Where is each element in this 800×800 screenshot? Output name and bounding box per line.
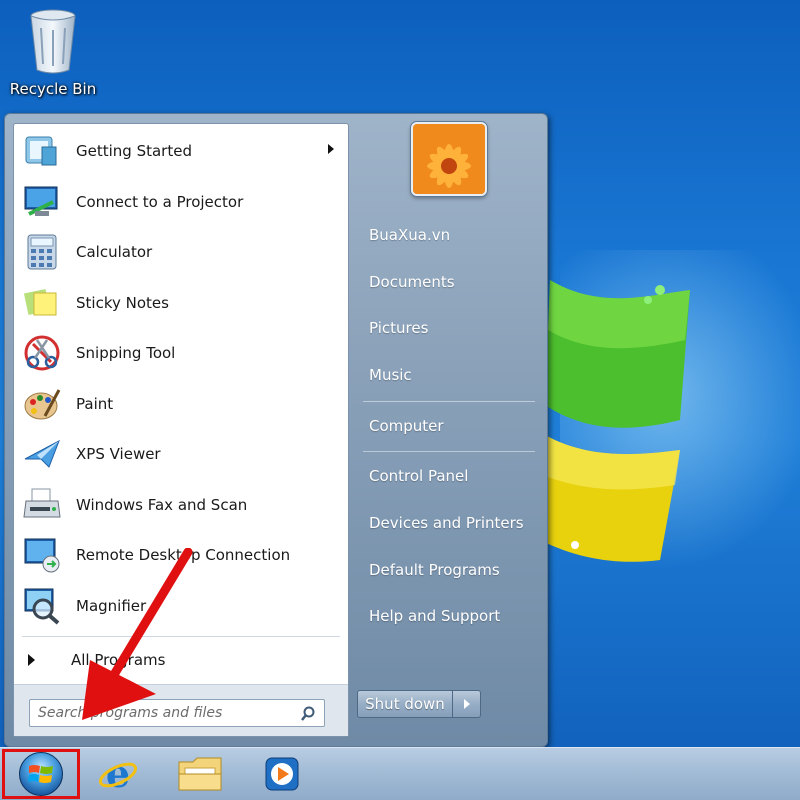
all-programs-label: All Programs (71, 651, 166, 669)
user-avatar[interactable] (411, 122, 487, 196)
program-calculator[interactable]: Calculator (14, 228, 348, 276)
program-paint[interactable]: Paint (14, 380, 348, 428)
program-label: XPS Viewer (76, 445, 161, 463)
submenu-arrow-icon[interactable] (328, 144, 334, 154)
programs-separator (22, 636, 340, 637)
calculator-icon (20, 232, 64, 272)
magnifier-icon (20, 586, 64, 626)
projector-icon (20, 182, 64, 222)
program-label: Magnifier (76, 597, 147, 615)
shutdown-button[interactable]: Shut down (357, 690, 453, 718)
start-button[interactable] (2, 749, 80, 799)
svg-text:e: e (106, 753, 130, 795)
recycle-bin-icon (30, 9, 76, 74)
program-windows-fax-scan[interactable]: Windows Fax and Scan (14, 481, 348, 529)
program-label: Snipping Tool (76, 344, 176, 362)
snipping-tool-icon (20, 333, 64, 373)
program-label: Windows Fax and Scan (76, 496, 248, 514)
windows-explorer-icon (178, 757, 222, 791)
all-programs-item[interactable]: All Programs (14, 643, 348, 677)
search-area (14, 684, 348, 736)
search-box[interactable] (29, 699, 325, 727)
windows-media-player-icon (265, 757, 299, 791)
program-label: Calculator (76, 243, 153, 261)
search-icon[interactable] (300, 706, 316, 722)
chevron-right-icon (463, 699, 470, 709)
right-item-documents[interactable]: Documents (369, 273, 455, 291)
program-connect-projector[interactable]: Connect to a Projector (14, 178, 348, 226)
program-label: Remote Desktop Connection (76, 546, 291, 564)
right-separator (363, 451, 535, 452)
paint-palette-icon (20, 384, 64, 424)
recycle-bin-label: Recycle Bin (9, 80, 97, 98)
right-item-music[interactable]: Music (369, 366, 412, 384)
program-label: Paint (76, 395, 114, 413)
program-getting-started[interactable]: Getting Started (14, 127, 348, 175)
windows-wallpaper-logo (540, 280, 690, 562)
remote-desktop-icon (20, 535, 64, 575)
flower-avatar-icon (413, 124, 485, 194)
search-input[interactable] (38, 700, 294, 726)
program-remote-desktop[interactable]: Remote Desktop Connection (14, 531, 348, 579)
taskbar-windows-explorer[interactable] (170, 751, 230, 797)
internet-explorer-icon: e (98, 753, 138, 795)
program-label: Sticky Notes (76, 294, 169, 312)
sticky-notes-icon (20, 283, 64, 323)
program-snipping-tool[interactable]: Snipping Tool (14, 329, 348, 377)
right-item-pictures[interactable]: Pictures (369, 319, 428, 337)
fax-scanner-icon (20, 485, 64, 525)
program-xps-viewer[interactable]: XPS Viewer (14, 430, 348, 478)
taskbar: e (0, 747, 800, 800)
program-magnifier[interactable]: Magnifier (14, 582, 348, 630)
expand-arrow-icon (28, 654, 35, 666)
desktop-icon-recycle-bin[interactable]: Recycle Bin (8, 8, 98, 98)
right-separator (363, 401, 535, 402)
program-label: Getting Started (76, 142, 192, 160)
right-item-computer[interactable]: Computer (369, 417, 444, 435)
taskbar-internet-explorer[interactable]: e (88, 751, 148, 797)
start-menu-programs-pane: Getting Started Connect to a Projector C… (13, 123, 349, 737)
right-item-control-panel[interactable]: Control Panel (369, 467, 468, 485)
shutdown-options-button[interactable] (453, 690, 481, 718)
right-item-user-folder[interactable]: BuaXua.vn (369, 226, 450, 244)
right-item-devices-printers[interactable]: Devices and Printers (369, 514, 524, 532)
right-item-default-programs[interactable]: Default Programs (369, 561, 500, 579)
program-sticky-notes[interactable]: Sticky Notes (14, 279, 348, 327)
xps-viewer-icon (20, 434, 64, 474)
right-item-help-support[interactable]: Help and Support (369, 607, 500, 625)
program-label: Connect to a Projector (76, 193, 244, 211)
getting-started-icon (20, 131, 64, 171)
taskbar-media-player[interactable] (252, 751, 312, 797)
start-menu: Getting Started Connect to a Projector C… (4, 113, 548, 747)
windows-start-orb-icon (19, 752, 63, 796)
